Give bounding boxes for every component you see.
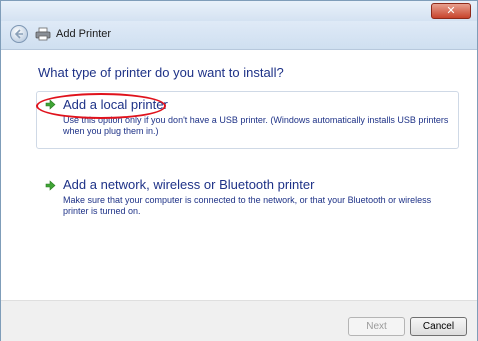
red-highlight-ellipse [36, 93, 166, 119]
back-button[interactable] [10, 25, 28, 43]
add-printer-window: ✕ Add Printer What type of printer do yo… [0, 0, 478, 341]
footer-bar: Next Cancel [1, 300, 477, 341]
navigation-bar: Add Printer [1, 21, 477, 50]
green-arrow-icon [45, 180, 56, 191]
next-button[interactable]: Next [348, 317, 405, 336]
close-button[interactable]: ✕ [431, 3, 471, 19]
option-network-printer-title[interactable]: Add a network, wireless or Bluetooth pri… [63, 177, 314, 192]
content-area: What type of printer do you want to inst… [1, 50, 477, 300]
printer-icon [35, 27, 51, 41]
title-bar: ✕ [1, 1, 477, 21]
back-arrow-icon [14, 29, 23, 39]
window-title: Add Printer [56, 28, 112, 40]
close-icon: ✕ [446, 4, 456, 17]
cancel-button[interactable]: Cancel [410, 317, 467, 336]
page-heading: What type of printer do you want to inst… [38, 65, 284, 80]
option-network-printer-description: Make sure that your computer is connecte… [63, 195, 432, 216]
